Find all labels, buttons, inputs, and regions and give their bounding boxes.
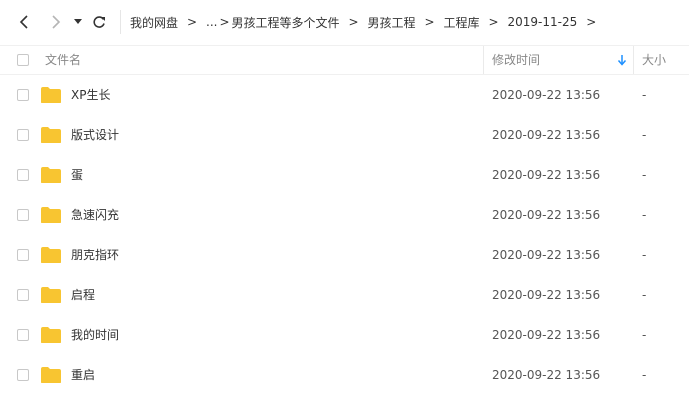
folder-icon bbox=[40, 126, 62, 144]
folder-icon bbox=[40, 326, 62, 344]
row-checkbox[interactable] bbox=[17, 329, 29, 341]
file-size: - bbox=[642, 328, 647, 342]
file-row[interactable]: 版式设计 2020-09-22 13:56 - bbox=[0, 115, 689, 155]
file-name[interactable]: 版式设计 bbox=[71, 115, 119, 155]
row-checkbox[interactable] bbox=[17, 129, 29, 141]
file-name[interactable]: 急速闪充 bbox=[71, 195, 119, 235]
select-all-checkbox[interactable] bbox=[17, 54, 29, 66]
row-checkbox[interactable] bbox=[17, 369, 29, 381]
file-row[interactable]: 急速闪充 2020-09-22 13:56 - bbox=[0, 195, 689, 235]
file-size: - bbox=[642, 288, 647, 302]
file-size: - bbox=[642, 88, 647, 102]
breadcrumb-separator: > bbox=[586, 15, 597, 29]
file-modified-time: 2020-09-22 13:56 bbox=[492, 368, 601, 382]
breadcrumb-separator: > bbox=[186, 15, 198, 29]
file-name[interactable]: 启程 bbox=[71, 275, 95, 315]
refresh-icon bbox=[93, 16, 105, 28]
chevron-right-icon bbox=[52, 15, 61, 29]
file-list-header: 文件名 修改时间 大小 bbox=[0, 45, 689, 75]
row-checkbox[interactable] bbox=[17, 89, 29, 101]
file-browser-window: 我的网盘 > ... > 男孩工程等多个文件 > 男孩工程 > 工程库 > 20… bbox=[0, 0, 689, 415]
folder-icon bbox=[40, 366, 62, 384]
folder-icon bbox=[40, 86, 62, 104]
navigation-bar: 我的网盘 > ... > 男孩工程等多个文件 > 男孩工程 > 工程库 > 20… bbox=[0, 0, 689, 44]
file-size: - bbox=[642, 208, 647, 222]
column-header-name[interactable]: 文件名 bbox=[45, 46, 81, 74]
file-name[interactable]: 蛋 bbox=[71, 155, 83, 195]
breadcrumb-separator: > bbox=[424, 15, 435, 29]
file-modified-time: 2020-09-22 13:56 bbox=[492, 248, 601, 262]
file-modified-time: 2020-09-22 13:56 bbox=[492, 88, 601, 102]
file-size: - bbox=[642, 168, 647, 182]
nav-divider bbox=[120, 10, 121, 34]
file-size: - bbox=[642, 368, 647, 382]
file-row[interactable]: 启程 2020-09-22 13:56 - bbox=[0, 275, 689, 315]
folder-icon bbox=[40, 166, 62, 184]
column-divider[interactable] bbox=[483, 46, 484, 74]
row-checkbox[interactable] bbox=[17, 289, 29, 301]
file-name[interactable]: 重启 bbox=[71, 355, 95, 395]
file-row[interactable]: 蛋 2020-09-22 13:56 - bbox=[0, 155, 689, 195]
breadcrumb-item-current[interactable]: 2019-11-25 bbox=[508, 15, 578, 29]
caret-down-icon bbox=[74, 19, 82, 24]
file-name[interactable]: XP生长 bbox=[71, 75, 110, 115]
file-row[interactable]: 我的时间 2020-09-22 13:56 - bbox=[0, 315, 689, 355]
breadcrumb-item[interactable]: 工程库 bbox=[444, 14, 480, 31]
file-modified-time: 2020-09-22 13:56 bbox=[492, 208, 601, 222]
file-row[interactable]: 重启 2020-09-22 13:56 - bbox=[0, 355, 689, 395]
file-size: - bbox=[642, 248, 647, 262]
file-list: XP生长 2020-09-22 13:56 - 版式设计 2020-09-22 13:5… bbox=[0, 75, 689, 395]
folder-icon bbox=[40, 246, 62, 264]
refresh-button[interactable] bbox=[90, 13, 108, 31]
file-modified-time: 2020-09-22 13:56 bbox=[492, 128, 601, 142]
forward-button[interactable] bbox=[46, 12, 66, 32]
row-checkbox[interactable] bbox=[17, 249, 29, 261]
file-name[interactable]: 我的时间 bbox=[71, 315, 119, 355]
row-checkbox[interactable] bbox=[17, 169, 29, 181]
file-row[interactable]: 朋克指环 2020-09-22 13:56 - bbox=[0, 235, 689, 275]
file-size: - bbox=[642, 128, 647, 142]
chevron-left-icon bbox=[19, 15, 28, 29]
breadcrumb-item-root[interactable]: 我的网盘 bbox=[130, 14, 178, 31]
back-button[interactable] bbox=[14, 12, 34, 32]
file-modified-time: 2020-09-22 13:56 bbox=[492, 328, 601, 342]
file-row[interactable]: XP生长 2020-09-22 13:56 - bbox=[0, 75, 689, 115]
breadcrumb-separator: > bbox=[219, 15, 230, 29]
breadcrumb-separator: > bbox=[348, 15, 359, 29]
file-modified-time: 2020-09-22 13:56 bbox=[492, 168, 601, 182]
breadcrumb-item[interactable]: 男孩工程等多个文件 bbox=[231, 14, 339, 31]
history-dropdown-button[interactable] bbox=[72, 16, 84, 28]
breadcrumb: 我的网盘 > ... > 男孩工程等多个文件 > 男孩工程 > 工程库 > 20… bbox=[130, 0, 605, 44]
folder-icon bbox=[40, 206, 62, 224]
breadcrumb-separator: > bbox=[488, 15, 499, 29]
column-divider[interactable] bbox=[633, 46, 634, 74]
column-header-size[interactable]: 大小 bbox=[642, 46, 666, 74]
file-modified-time: 2020-09-22 13:56 bbox=[492, 288, 601, 302]
arrow-down-icon[interactable] bbox=[617, 54, 627, 66]
breadcrumb-item[interactable]: 男孩工程 bbox=[367, 14, 415, 31]
breadcrumb-ellipsis[interactable]: ... bbox=[206, 15, 217, 29]
column-header-modified[interactable]: 修改时间 bbox=[492, 46, 540, 74]
row-checkbox[interactable] bbox=[17, 209, 29, 221]
file-name[interactable]: 朋克指环 bbox=[71, 235, 119, 275]
folder-icon bbox=[40, 286, 62, 304]
